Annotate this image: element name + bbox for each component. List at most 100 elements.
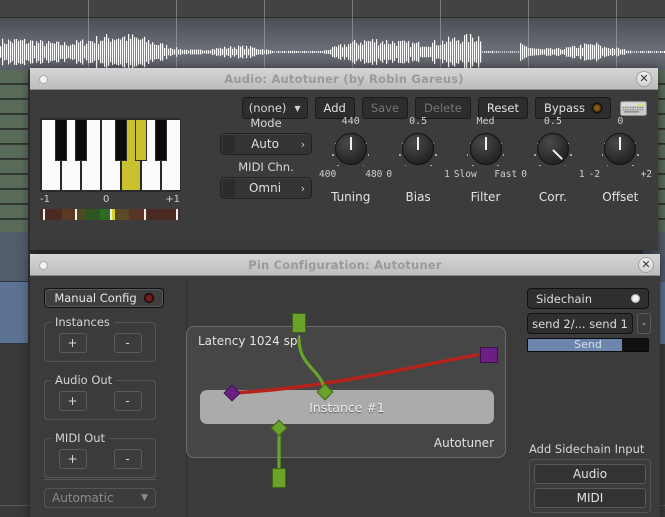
- track-lane-blue-2[interactable]: [0, 282, 28, 344]
- chevron-right-icon: ›: [295, 182, 311, 195]
- track-lane-green[interactable]: [0, 145, 28, 159]
- mode-dropdown[interactable]: Auto ›: [220, 133, 312, 155]
- track-lane-green[interactable]: [0, 160, 28, 174]
- knob-corr[interactable]: 0.5 0 1 Corr.: [519, 116, 586, 236]
- knob-bias[interactable]: 0.5 0 1 Bias: [384, 116, 451, 236]
- plugin-window-title: Audio: Autotuner (by Robin Gareus): [30, 68, 658, 90]
- knob-pointer-icon: [417, 137, 419, 150]
- automatic-dropdown[interactable]: Automatic ▼: [44, 488, 156, 508]
- audio-output-pin[interactable]: [272, 468, 286, 488]
- close-icon[interactable]: ✕: [636, 71, 652, 87]
- knob-min-label: 400: [319, 169, 336, 180]
- decrement-button[interactable]: -: [114, 391, 142, 411]
- audio-waveform: [0, 18, 665, 70]
- sidechain-button[interactable]: Sidechain: [527, 288, 649, 309]
- decrement-button[interactable]: -: [114, 449, 142, 469]
- meter-segment: [76, 209, 86, 220]
- timeline-ruler[interactable]: [0, 0, 665, 18]
- group-label: MIDI Out: [51, 431, 109, 445]
- knob-max-label: Fast: [494, 169, 517, 180]
- decrement-button[interactable]: -: [114, 333, 142, 353]
- knob-body[interactable]: [402, 133, 434, 165]
- plugin-editor-window[interactable]: Audio: Autotuner (by Robin Gareus) ✕ (no…: [30, 68, 658, 250]
- pin-window-titlebar[interactable]: Pin Configuration: Autotuner ✕: [30, 254, 660, 276]
- knob-max-label: 1: [579, 169, 585, 180]
- track-lane-green[interactable]: [0, 100, 28, 114]
- manual-config-toggle[interactable]: Manual Config: [44, 288, 164, 308]
- add-midi-sidechain-button[interactable]: MIDI: [534, 488, 646, 508]
- knob-max-label: 480: [365, 169, 382, 180]
- meter-tick: [176, 209, 178, 220]
- close-icon[interactable]: ✕: [638, 257, 654, 273]
- manual-config-led-icon: [144, 293, 154, 303]
- pin-configuration-window[interactable]: Pin Configuration: Autotuner ✕ Manual Co…: [30, 254, 660, 517]
- scale-label-center: 0: [103, 194, 109, 205]
- piano-black-key[interactable]: [155, 119, 168, 161]
- sidechain-port[interactable]: [480, 347, 498, 363]
- pitch-keyboard-display[interactable]: -1 0 +1: [40, 118, 180, 220]
- automatic-value: Automatic: [52, 491, 114, 505]
- parameter-knobs: 440 400 480 Tuning 0.5 0 1: [317, 116, 654, 236]
- divider: [44, 479, 156, 480]
- group-label: Audio Out: [51, 373, 116, 387]
- knob-pointer-icon: [350, 137, 352, 150]
- piano-black-key[interactable]: [115, 119, 128, 161]
- knob-offset[interactable]: 0 -2 +2 Offset: [587, 116, 654, 236]
- track-lane-green[interactable]: [0, 205, 28, 219]
- piano-black-key[interactable]: [55, 119, 68, 161]
- track-lane-green[interactable]: [0, 85, 28, 99]
- sidechain-label: Sidechain: [536, 292, 592, 306]
- knob-name-label: Bias: [384, 190, 451, 204]
- remove-send-button[interactable]: -: [637, 313, 651, 334]
- drag-grip-icon: [223, 135, 235, 153]
- mode-controls: Mode Auto › MIDI Chn. Omni ›: [220, 116, 312, 199]
- group-audio-out: Audio Out + -: [44, 380, 156, 420]
- knob-filter[interactable]: Med Slow Fast Filter: [452, 116, 519, 236]
- piano-black-key[interactable]: [75, 119, 88, 161]
- knob-pointer-icon: [552, 149, 563, 160]
- increment-button[interactable]: +: [59, 333, 87, 353]
- add-audio-sidechain-button[interactable]: Audio: [534, 464, 646, 484]
- scale-label-left: -1: [40, 194, 50, 205]
- knob-top-label: 0.5: [384, 116, 451, 129]
- mode-value: Auto: [235, 137, 295, 151]
- sidechain-panel: Sidechain send 2/... send 1 - Send: [527, 288, 651, 352]
- knob-body[interactable]: [537, 133, 569, 165]
- track-lane-green[interactable]: [0, 130, 28, 144]
- group-instances: Instances + -: [44, 322, 156, 362]
- meter-segment: [115, 209, 129, 220]
- track-lane-green[interactable]: [0, 175, 28, 189]
- knob-min-label: -2: [589, 169, 600, 180]
- track-lane-blue-1[interactable]: [0, 232, 28, 282]
- bypass-label: Bypass: [544, 101, 585, 115]
- knob-name-label: Filter: [452, 190, 519, 204]
- piano-black-key[interactable]: [135, 119, 148, 161]
- track-lane-green[interactable]: [0, 190, 28, 204]
- audio-input-pin[interactable]: [292, 313, 306, 333]
- midi-channel-dropdown[interactable]: Omni ›: [220, 177, 312, 199]
- knob-top-label: Med: [452, 116, 519, 129]
- knob-min-label: Slow: [454, 169, 477, 180]
- knob-body[interactable]: [470, 133, 502, 165]
- track-lane-green[interactable]: [0, 115, 28, 129]
- increment-button[interactable]: +: [59, 449, 87, 469]
- plugin-body: (none) ▼ Add Save Delete Reset Bypass: [30, 90, 658, 250]
- plugin-window-titlebar[interactable]: Audio: Autotuner (by Robin Gareus) ✕: [30, 68, 658, 90]
- send-fader-label: Send: [528, 339, 648, 351]
- meter-segment: [86, 209, 100, 220]
- sidechain-led-icon: [631, 294, 640, 303]
- send-row: send 2/... send 1 -: [527, 313, 651, 334]
- routing-diagram[interactable]: Latency 1024 spl Autotuner Instance #1: [186, 326, 506, 458]
- meter-tick: [110, 209, 112, 220]
- meter-segment: [100, 209, 110, 220]
- audio-waveform-track[interactable]: [0, 18, 665, 70]
- increment-button[interactable]: +: [59, 391, 87, 411]
- group-label: Instances: [51, 315, 114, 329]
- track-lane-green[interactable]: [0, 70, 28, 84]
- knob-pointer-icon: [485, 137, 487, 150]
- send-name-button[interactable]: send 2/... send 1: [527, 313, 633, 334]
- knob-body[interactable]: [335, 133, 367, 165]
- piano-keys[interactable]: [40, 118, 180, 192]
- knob-tuning[interactable]: 440 400 480 Tuning: [317, 116, 384, 236]
- send-fader[interactable]: Send: [527, 338, 649, 352]
